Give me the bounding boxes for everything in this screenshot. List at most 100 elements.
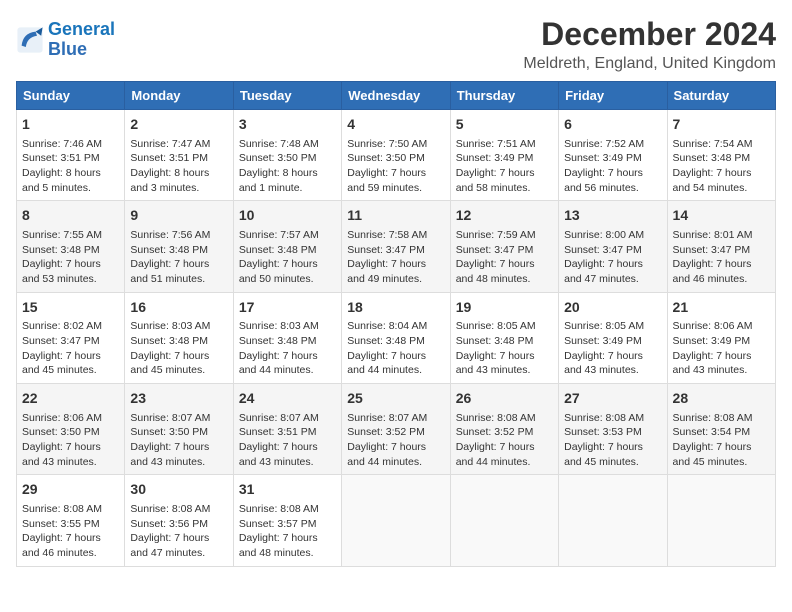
sunset-text: Sunset: 3:56 PM	[130, 518, 208, 530]
sunrise-text: Sunrise: 8:08 AM	[456, 412, 536, 424]
day-number: 16	[130, 298, 227, 318]
calendar-cell: 21Sunrise: 8:06 AMSunset: 3:49 PMDayligh…	[667, 292, 775, 383]
day-number: 21	[673, 298, 770, 318]
daylight-text: Daylight: 7 hours and 59 minutes.	[347, 167, 426, 194]
daylight-text: Daylight: 7 hours and 45 minutes.	[130, 350, 209, 377]
month-title: December 2024	[523, 16, 776, 53]
weekday-header-monday: Monday	[125, 82, 233, 110]
sunset-text: Sunset: 3:52 PM	[456, 426, 534, 438]
day-number: 28	[673, 389, 770, 409]
sunset-text: Sunset: 3:50 PM	[130, 426, 208, 438]
sunset-text: Sunset: 3:47 PM	[673, 244, 751, 256]
sunrise-text: Sunrise: 8:07 AM	[130, 412, 210, 424]
sunrise-text: Sunrise: 8:01 AM	[673, 229, 753, 241]
day-number: 6	[564, 115, 661, 135]
sunset-text: Sunset: 3:50 PM	[22, 426, 100, 438]
sunset-text: Sunset: 3:48 PM	[130, 244, 208, 256]
day-number: 10	[239, 206, 336, 226]
title-block: December 2024 Meldreth, England, United …	[523, 16, 776, 73]
calendar-cell: 3 Sunrise: 7:48 AM Sunset: 3:50 PM Daylight…	[233, 110, 341, 201]
day-number: 9	[130, 206, 227, 226]
calendar-cell: 8Sunrise: 7:55 AMSunset: 3:48 PMDaylight…	[17, 201, 125, 292]
day-number: 5	[456, 115, 553, 135]
sunrise-text: Sunrise: 8:06 AM	[673, 320, 753, 332]
sunrise-text: Sunrise: 8:08 AM	[130, 503, 210, 515]
daylight-text: Daylight: 7 hours and 58 minutes.	[456, 167, 535, 194]
day-number: 14	[673, 206, 770, 226]
weekday-header-wednesday: Wednesday	[342, 82, 450, 110]
sunset-text: Sunset: 3:48 PM	[347, 335, 425, 347]
daylight-text: Daylight: 7 hours and 48 minutes.	[456, 258, 535, 285]
calendar-cell: 24Sunrise: 8:07 AMSunset: 3:51 PMDayligh…	[233, 384, 341, 475]
sunrise-text: Sunrise: 7:59 AM	[456, 229, 536, 241]
logo-text: General Blue	[48, 20, 115, 60]
sunrise-text: Sunrise: 8:03 AM	[239, 320, 319, 332]
day-number: 12	[456, 206, 553, 226]
sunrise-text: Sunrise: 8:03 AM	[130, 320, 210, 332]
logo-icon	[16, 26, 44, 54]
sunrise-text: Sunrise: 8:06 AM	[22, 412, 102, 424]
sunset-text: Sunset: 3:48 PM	[456, 335, 534, 347]
daylight-text: Daylight: 7 hours and 56 minutes.	[564, 167, 643, 194]
day-number: 19	[456, 298, 553, 318]
calendar-cell: 30Sunrise: 8:08 AMSunset: 3:56 PMDayligh…	[125, 475, 233, 566]
calendar-cell: 27Sunrise: 8:08 AMSunset: 3:53 PMDayligh…	[559, 384, 667, 475]
sunrise-text: Sunrise: 7:50 AM	[347, 138, 427, 150]
sunrise-text: Sunrise: 7:56 AM	[130, 229, 210, 241]
day-number: 20	[564, 298, 661, 318]
sunrise-text: Sunrise: 7:47 AM	[130, 138, 210, 150]
daylight-text: Daylight: 7 hours and 44 minutes.	[239, 350, 318, 377]
weekday-header-friday: Friday	[559, 82, 667, 110]
daylight-text: Daylight: 7 hours and 43 minutes.	[22, 441, 101, 468]
daylight-text: Daylight: 7 hours and 47 minutes.	[130, 532, 209, 559]
calendar-cell: 26Sunrise: 8:08 AMSunset: 3:52 PMDayligh…	[450, 384, 558, 475]
calendar-cell: 13Sunrise: 8:00 AMSunset: 3:47 PMDayligh…	[559, 201, 667, 292]
location-title: Meldreth, England, United Kingdom	[523, 55, 776, 73]
calendar-cell: 7Sunrise: 7:54 AMSunset: 3:48 PMDaylight…	[667, 110, 775, 201]
sunset-text: Sunset: 3:53 PM	[564, 426, 642, 438]
sunset-text: Sunset: 3:48 PM	[239, 335, 317, 347]
sunset-text: Sunset: 3:57 PM	[239, 518, 317, 530]
calendar-cell	[450, 475, 558, 566]
week-row-1: 1Sunrise: 7:46 AMSunset: 3:51 PMDaylight…	[17, 110, 776, 201]
sunset-text: Sunset: 3:47 PM	[564, 244, 642, 256]
calendar-cell: 25Sunrise: 8:07 AMSunset: 3:52 PMDayligh…	[342, 384, 450, 475]
weekday-header-thursday: Thursday	[450, 82, 558, 110]
calendar-cell: 1Sunrise: 7:46 AMSunset: 3:51 PMDaylight…	[17, 110, 125, 201]
daylight-text: Daylight: 7 hours and 44 minutes.	[456, 441, 535, 468]
calendar-cell: 15Sunrise: 8:02 AMSunset: 3:47 PMDayligh…	[17, 292, 125, 383]
sunset-text: Sunset: 3:51 PM	[130, 152, 208, 164]
calendar-cell: 11Sunrise: 7:58 AMSunset: 3:47 PMDayligh…	[342, 201, 450, 292]
weekday-header-row: SundayMondayTuesdayWednesdayThursdayFrid…	[17, 82, 776, 110]
calendar-cell: 2Sunrise: 7:47 AMSunset: 3:51 PMDaylight…	[125, 110, 233, 201]
sunset-text: Sunset: 3:47 PM	[22, 335, 100, 347]
daylight-text: Daylight: 8 hours and 1 minute.	[239, 167, 318, 194]
day-number: 11	[347, 206, 444, 226]
sunset-text: Sunset: 3:49 PM	[673, 335, 751, 347]
calendar-cell: 31Sunrise: 8:08 AMSunset: 3:57 PMDayligh…	[233, 475, 341, 566]
sunrise-text: Sunrise: 7:58 AM	[347, 229, 427, 241]
day-number: 29	[22, 480, 119, 500]
daylight-text: Daylight: 7 hours and 47 minutes.	[564, 258, 643, 285]
day-number: 13	[564, 206, 661, 226]
daylight-text: Daylight: 8 hours and 5 minutes.	[22, 167, 101, 194]
sunset-text: Sunset: 3:50 PM	[239, 152, 317, 164]
day-number: 3	[239, 115, 336, 135]
calendar-body: 1Sunrise: 7:46 AMSunset: 3:51 PMDaylight…	[17, 110, 776, 567]
calendar-cell: 29Sunrise: 8:08 AMSunset: 3:55 PMDayligh…	[17, 475, 125, 566]
sunset-text: Sunset: 3:48 PM	[22, 244, 100, 256]
day-number: 2	[130, 115, 227, 135]
daylight-text: Daylight: 7 hours and 43 minutes.	[130, 441, 209, 468]
day-number: 7	[673, 115, 770, 135]
sunrise-text: Sunrise: 7:48 AM	[239, 138, 319, 150]
sunrise-text: Sunrise: 8:05 AM	[456, 320, 536, 332]
day-number: 8	[22, 206, 119, 226]
sunset-text: Sunset: 3:49 PM	[564, 152, 642, 164]
daylight-text: Daylight: 7 hours and 43 minutes.	[564, 350, 643, 377]
sunrise-text: Sunrise: 7:57 AM	[239, 229, 319, 241]
sunset-text: Sunset: 3:50 PM	[347, 152, 425, 164]
day-number: 4	[347, 115, 444, 135]
sunrise-text: Sunrise: 7:54 AM	[673, 138, 753, 150]
calendar-cell: 28Sunrise: 8:08 AMSunset: 3:54 PMDayligh…	[667, 384, 775, 475]
daylight-text: Daylight: 7 hours and 45 minutes.	[564, 441, 643, 468]
